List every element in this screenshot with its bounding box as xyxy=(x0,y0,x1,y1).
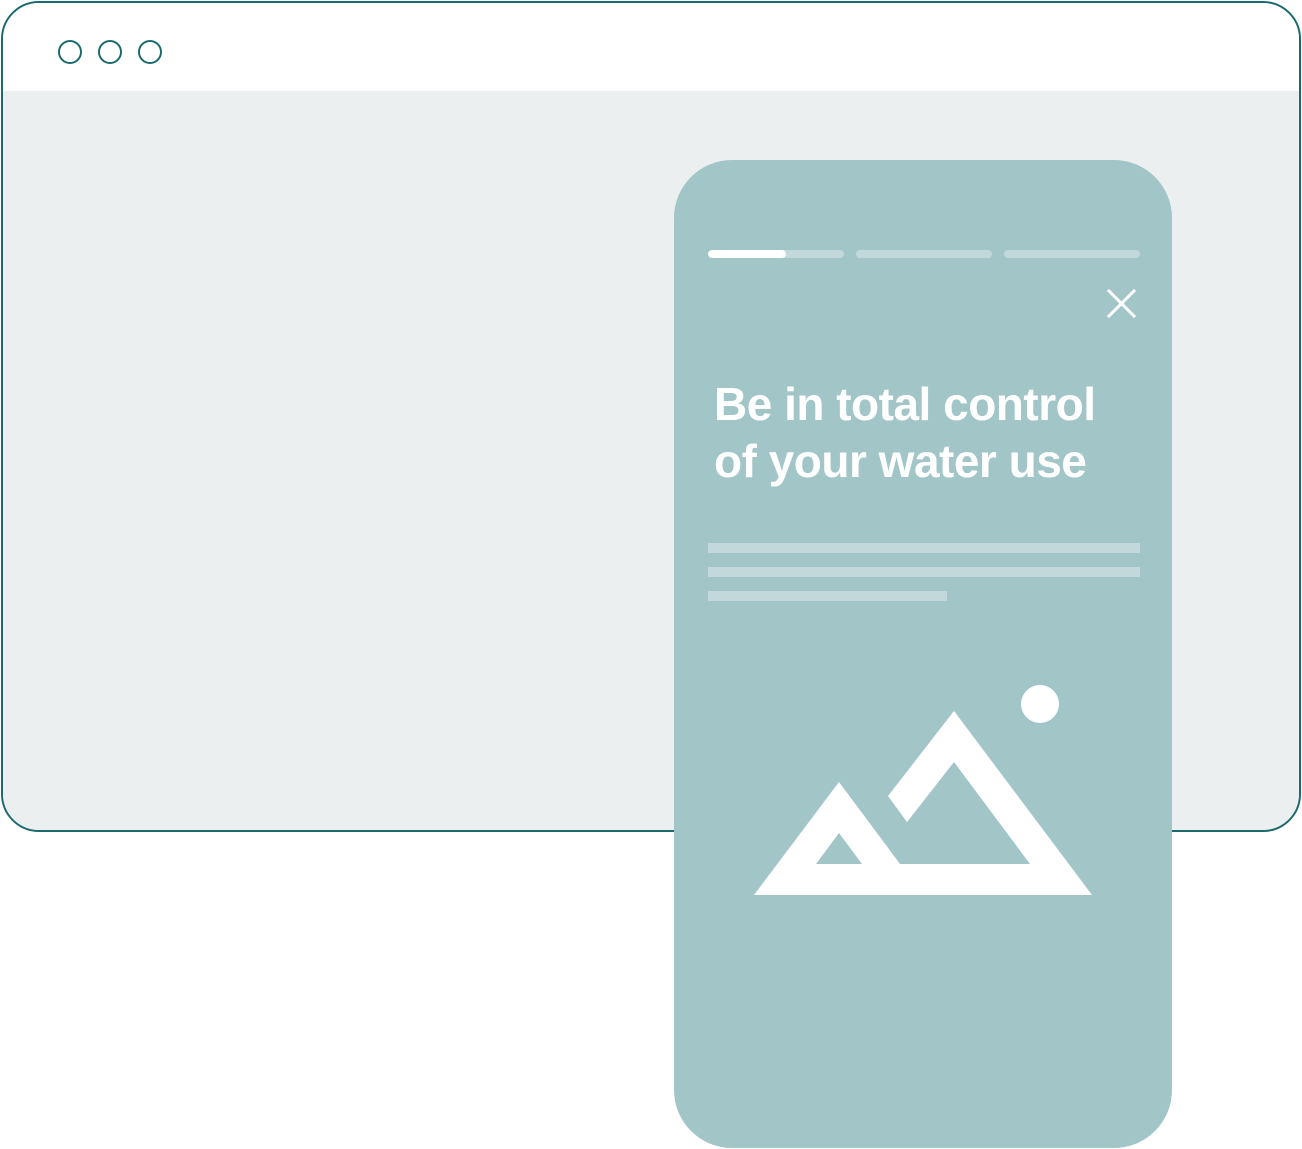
story-card: Be in total control of your water use xyxy=(674,160,1172,1148)
progress-segment xyxy=(856,250,992,258)
close-button[interactable] xyxy=(1100,282,1144,326)
story-headline: Be in total control of your water use xyxy=(714,378,1096,487)
image-placeholder xyxy=(754,684,1094,898)
window-control-dot[interactable] xyxy=(58,40,82,64)
progress-fill xyxy=(708,250,786,258)
browser-titlebar xyxy=(3,3,1299,91)
close-icon xyxy=(1106,288,1137,319)
progress-segment xyxy=(708,250,844,258)
text-placeholder-line xyxy=(708,591,947,601)
stage: Be in total control of your water use xyxy=(0,0,1302,1149)
progress-segment xyxy=(1004,250,1140,258)
text-placeholder-line xyxy=(708,567,1140,577)
image-placeholder-icon xyxy=(754,685,1092,895)
window-control-dot[interactable] xyxy=(138,40,162,64)
text-placeholder-line xyxy=(708,543,1140,553)
story-progress-bar xyxy=(708,250,1140,258)
window-control-dot[interactable] xyxy=(98,40,122,64)
